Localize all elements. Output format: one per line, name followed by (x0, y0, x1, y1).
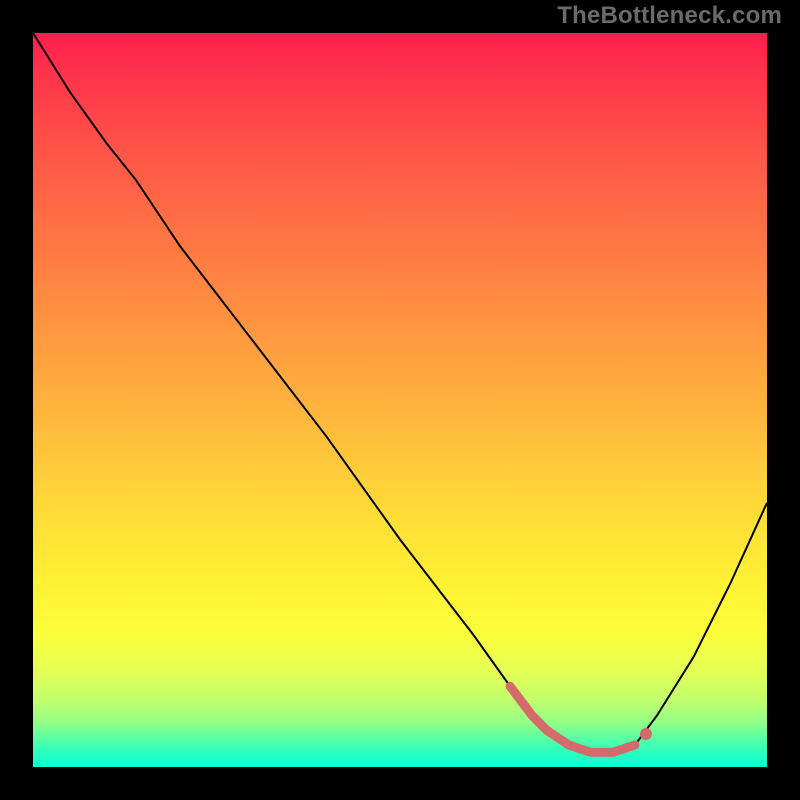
optimal-dot-marker (640, 728, 652, 740)
chart-svg (33, 33, 767, 767)
chart-frame: TheBottleneck.com (0, 0, 800, 800)
bottleneck-curve (33, 33, 767, 752)
optimal-region-marker (510, 686, 635, 752)
watermark-text: TheBottleneck.com (557, 2, 782, 30)
